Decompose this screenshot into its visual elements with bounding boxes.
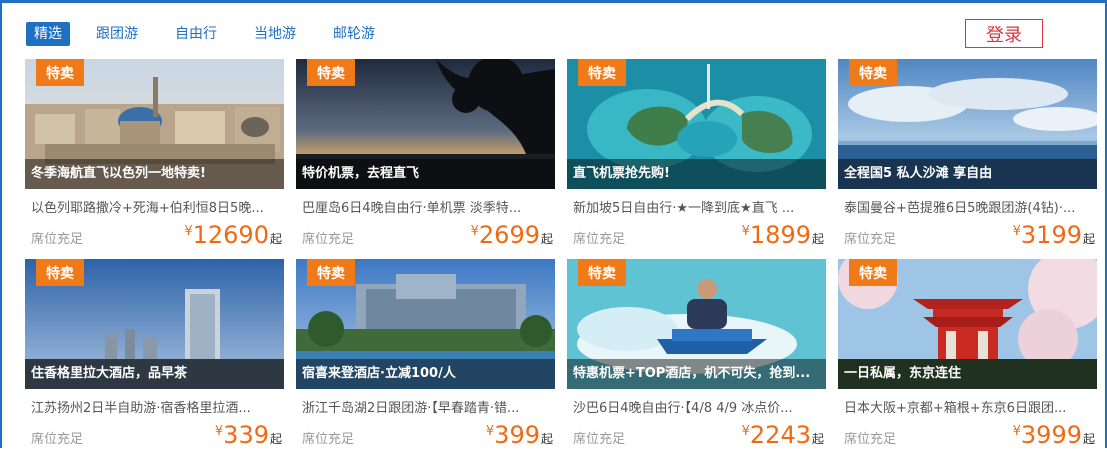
special-sale-badge: 特卖 xyxy=(36,259,84,286)
currency-symbol: ¥ xyxy=(470,224,479,239)
price-suffix: 起 xyxy=(540,432,553,446)
price-label: ¥12690起 xyxy=(184,221,282,249)
card-caption: 一日私属，东京连住 xyxy=(838,359,1097,389)
product-card-sabah[interactable]: 特卖 特惠机票+TOP酒店，机不可失，抢到... 沙巴6日4晚自由行·【4/8 … xyxy=(567,259,826,452)
price-label: ¥2243起 xyxy=(742,421,824,449)
currency-symbol: ¥ xyxy=(184,224,193,239)
seat-status: 席位充足 xyxy=(31,232,84,247)
left-border xyxy=(0,0,2,448)
price-suffix: 起 xyxy=(1082,432,1095,446)
card-description[interactable]: 沙巴6日4晚自由行·【4/8 4/9 冰点价... xyxy=(573,397,823,416)
product-card-yangzhou[interactable]: 特卖 住香格里拉大酒店，品早茶 江苏扬州2日半自助游·宿香格里拉酒... 席位充… xyxy=(25,259,284,452)
seat-status: 席位充足 xyxy=(302,232,355,247)
card-description[interactable]: 日本大阪+京都+箱根+东京6日跟团... xyxy=(844,397,1094,416)
card-caption: 直飞机票抢先购! xyxy=(567,159,826,189)
price-label: ¥3199起 xyxy=(1013,221,1095,249)
card-caption: 住香格里拉大酒店，品早茶 xyxy=(25,359,284,389)
card-caption: 宿喜来登酒店·立减100/人 xyxy=(296,359,555,389)
price-suffix: 起 xyxy=(811,232,824,246)
seat-status: 席位充足 xyxy=(31,432,84,447)
product-card-qiandao-lake[interactable]: 特卖 宿喜来登酒店·立减100/人 浙江千岛湖2日跟团游·【早春踏青·错... … xyxy=(296,259,555,452)
price-suffix: 起 xyxy=(811,432,824,446)
price-suffix: 起 xyxy=(269,232,282,246)
tab-group-tour[interactable]: 跟团游 xyxy=(96,22,138,46)
price-suffix: 起 xyxy=(269,432,282,446)
special-sale-badge: 特卖 xyxy=(578,59,626,86)
price-label: ¥399起 xyxy=(486,421,553,449)
price-suffix: 起 xyxy=(540,232,553,246)
currency-symbol: ¥ xyxy=(1012,224,1021,239)
price-value: 3199 xyxy=(1020,221,1082,249)
special-sale-badge: 特卖 xyxy=(307,259,355,286)
price-value: 1899 xyxy=(749,221,811,249)
seat-status: 席位充足 xyxy=(573,432,626,447)
seat-status: 席位充足 xyxy=(844,432,897,447)
product-card-israel[interactable]: 特卖 冬季海航直飞以色列一地特卖! 以色列耶路撒冷+死海+伯利恒8日5晚... … xyxy=(25,59,284,252)
currency-symbol: ¥ xyxy=(741,424,750,439)
top-border xyxy=(0,0,1107,3)
product-card-bali[interactable]: 特卖 特价机票，去程直飞 巴厘岛6日4晚自由行·单机票 淡季特... 席位充足 … xyxy=(296,59,555,252)
category-tabs: 精选 跟团游 自由行 当地游 邮轮游 xyxy=(26,22,412,46)
card-description[interactable]: 以色列耶路撒冷+死海+伯利恒8日5晚... xyxy=(31,197,281,216)
currency-symbol: ¥ xyxy=(214,424,224,439)
product-card-thailand[interactable]: 特卖 全程国5 私人沙滩 享自由 泰国曼谷+芭提雅6日5晚跟团游(4钻)·...… xyxy=(838,59,1097,252)
price-value: 12690 xyxy=(192,221,269,249)
card-description[interactable]: 江苏扬州2日半自助游·宿香格里拉酒... xyxy=(31,397,281,416)
price-value: 399 xyxy=(494,421,540,449)
special-sale-badge: 特卖 xyxy=(36,59,84,86)
card-caption: 特惠机票+TOP酒店，机不可失，抢到... xyxy=(567,359,826,389)
product-card-japan[interactable]: 特卖 一日私属，东京连住 日本大阪+京都+箱根+东京6日跟团... 席位充足 ¥… xyxy=(838,259,1097,452)
price-label: ¥2699起 xyxy=(471,221,553,249)
price-label: ¥1899起 xyxy=(742,221,824,249)
card-description[interactable]: 巴厘岛6日4晚自由行·单机票 淡季特... xyxy=(302,197,552,216)
seat-status: 席位充足 xyxy=(844,232,897,247)
currency-symbol: ¥ xyxy=(485,424,495,439)
product-card-singapore[interactable]: 特卖 直飞机票抢先购! 新加坡5日自由行·★一降到底★直飞 ... 席位充足 ¥… xyxy=(567,59,826,252)
card-description[interactable]: 泰国曼谷+芭提雅6日5晚跟团游(4钻)·... xyxy=(844,197,1094,216)
card-caption: 特价机票，去程直飞 xyxy=(296,159,555,189)
price-label: ¥339起 xyxy=(215,421,282,449)
price-suffix: 起 xyxy=(1082,232,1095,246)
special-sale-badge: 特卖 xyxy=(849,59,897,86)
card-caption: 全程国5 私人沙滩 享自由 xyxy=(838,159,1097,189)
seat-status: 席位充足 xyxy=(302,432,355,447)
card-description[interactable]: 浙江千岛湖2日跟团游·【早春踏青·错... xyxy=(302,397,552,416)
special-sale-badge: 特卖 xyxy=(307,59,355,86)
tab-independent-travel[interactable]: 自由行 xyxy=(175,22,217,46)
price-value: 339 xyxy=(223,421,269,449)
card-caption: 冬季海航直飞以色列一地特卖! xyxy=(25,159,284,189)
tab-local-tour[interactable]: 当地游 xyxy=(254,22,296,46)
special-sale-badge: 特卖 xyxy=(849,259,897,286)
card-description[interactable]: 新加坡5日自由行·★一降到底★直飞 ... xyxy=(573,197,823,216)
price-value: 2243 xyxy=(749,421,811,449)
currency-symbol: ¥ xyxy=(1012,424,1021,439)
price-value: 3999 xyxy=(1020,421,1082,449)
login-button[interactable]: 登录 xyxy=(965,19,1043,48)
special-sale-badge: 特卖 xyxy=(578,259,626,286)
tab-featured[interactable]: 精选 xyxy=(26,22,70,46)
currency-symbol: ¥ xyxy=(741,224,750,239)
price-value: 2699 xyxy=(478,221,540,249)
seat-status: 席位充足 xyxy=(573,232,626,247)
price-label: ¥3999起 xyxy=(1013,421,1095,449)
tab-cruise[interactable]: 邮轮游 xyxy=(333,22,375,46)
